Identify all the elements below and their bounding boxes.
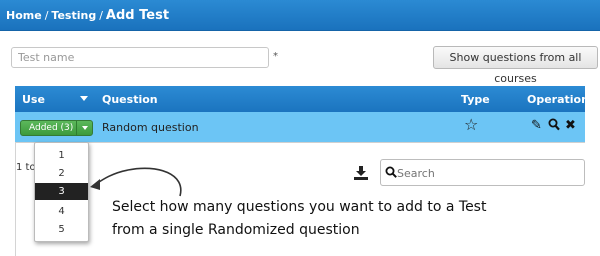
- dropdown-option-2[interactable]: 2: [35, 165, 88, 182]
- edit-pencil-icon[interactable]: ✎: [531, 119, 542, 133]
- dropdown-option-5[interactable]: 5: [35, 221, 88, 238]
- breadcrumb: Home / Testing / Add Test: [6, 8, 169, 23]
- question-cell: Random question: [102, 121, 199, 134]
- delete-x-icon[interactable]: ✖: [565, 119, 576, 133]
- annotation-line-2: from a single Randomized question: [112, 222, 360, 238]
- pagination-info: 1 to: [16, 162, 36, 173]
- dropdown-option-4[interactable]: 4: [35, 203, 88, 220]
- top-bar: Home / Testing / Add Test: [0, 0, 600, 31]
- added-count-label: Added (3): [29, 123, 74, 133]
- search-magnifier-icon[interactable]: [548, 118, 560, 135]
- breadcrumb-separator: /: [99, 9, 103, 22]
- breadcrumb-home[interactable]: Home: [6, 9, 42, 22]
- required-marker: *: [273, 51, 278, 62]
- page-title: Add Test: [105, 8, 170, 23]
- show-questions-all-courses-button[interactable]: Show questions from all courses: [433, 46, 598, 85]
- divider: [15, 142, 16, 256]
- added-count-dropdown-button[interactable]: Added (3): [20, 120, 93, 136]
- table-header: Use Question Type Operations: [15, 86, 596, 112]
- sort-arrow-icon[interactable]: [80, 96, 88, 101]
- question-count-dropdown-menu: 1 2 3 4 5: [34, 142, 89, 242]
- dropdown-option-1[interactable]: 1: [35, 147, 88, 164]
- annotation-text: Select how many questions you want to ad…: [112, 196, 486, 242]
- column-header-use[interactable]: Use: [22, 93, 45, 106]
- breadcrumb-testing[interactable]: Testing: [51, 9, 96, 22]
- split-divider: [76, 121, 77, 135]
- dropdown-option-3-selected[interactable]: 3: [35, 183, 88, 200]
- search-input[interactable]: [397, 164, 577, 182]
- column-header-question[interactable]: Question: [102, 93, 158, 106]
- callout-arrow: [90, 167, 182, 197]
- breadcrumb-separator: /: [44, 9, 49, 22]
- download-icon[interactable]: [354, 166, 368, 180]
- star-icon: ☆: [464, 115, 479, 134]
- test-name-input[interactable]: [11, 47, 269, 68]
- divider: [15, 142, 585, 143]
- search-box[interactable]: [380, 159, 585, 186]
- column-header-operations: Operations: [527, 93, 596, 106]
- column-header-type[interactable]: Type: [461, 93, 490, 106]
- search-icon: [385, 166, 397, 178]
- annotation-line-1: Select how many questions you want to ad…: [112, 199, 487, 215]
- chevron-down-icon[interactable]: [82, 126, 88, 130]
- table-row: Added (3) Random question ☆ ✎ ✖: [15, 112, 585, 142]
